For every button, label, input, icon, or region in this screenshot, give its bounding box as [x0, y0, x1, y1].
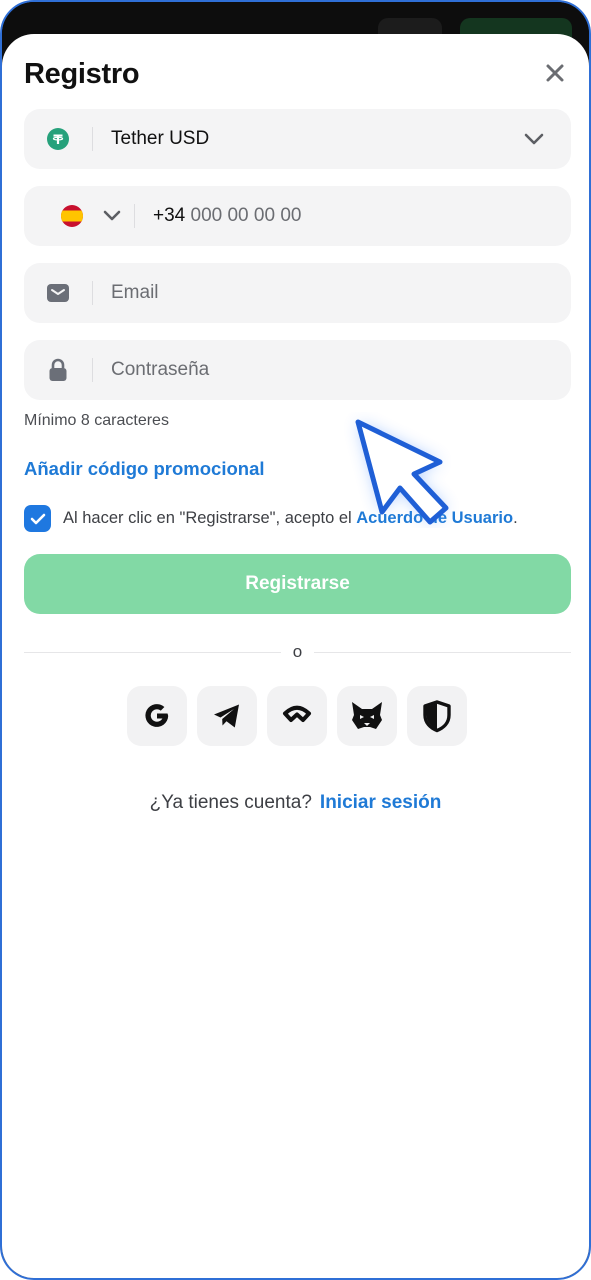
login-prompt-row: ¿Ya tienes cuenta? Iniciar sesión — [2, 792, 589, 814]
login-link[interactable]: Iniciar sesión — [320, 792, 441, 813]
divider-line — [314, 651, 571, 653]
password-helper: Mínimo 8 caracteres — [24, 412, 169, 429]
walletconnect-icon — [283, 705, 311, 722]
consent-suffix: . — [513, 509, 518, 527]
or-divider: o — [24, 642, 571, 662]
metamask-icon — [352, 702, 382, 729]
phone-placeholder: 000 00 00 00 — [190, 205, 302, 226]
currency-value: Tether USD — [111, 128, 210, 149]
terms-checkbox[interactable] — [24, 505, 51, 532]
email-field[interactable]: Email — [24, 263, 571, 323]
register-button[interactable]: Registrarse — [24, 554, 571, 614]
walletconnect-login-button[interactable] — [267, 686, 327, 746]
lock-icon — [24, 358, 92, 382]
page-title: Registro — [24, 58, 140, 90]
country-selector[interactable] — [24, 204, 90, 228]
registration-sheet: Registro Tether USD +34 000 00 00 00 Ema… — [2, 34, 589, 1278]
currency-select[interactable]: Tether USD — [24, 109, 571, 169]
shield-login-button[interactable] — [407, 686, 467, 746]
checkmark-icon — [30, 513, 45, 524]
close-button[interactable] — [542, 60, 568, 86]
consent-text-start: Al hacer clic en "Registrarse", acepto e… — [63, 509, 357, 527]
google-login-button[interactable] — [127, 686, 187, 746]
mail-icon — [24, 283, 92, 303]
phone-prefix: +34 — [153, 205, 186, 226]
chevron-down-icon — [103, 210, 121, 221]
promo-code-link[interactable]: Añadir código promocional — [24, 458, 265, 480]
device-frame: Registro Tether USD +34 000 00 00 00 Ema… — [0, 0, 591, 1280]
login-prompt: ¿Ya tienes cuenta? — [149, 792, 312, 813]
shield-icon — [423, 700, 451, 733]
divider-line — [24, 651, 281, 653]
telegram-icon — [214, 704, 239, 728]
password-field[interactable]: Contraseña — [24, 340, 571, 400]
country-chevron[interactable] — [90, 207, 134, 225]
email-placeholder: Email — [111, 282, 159, 303]
spain-flag-icon — [61, 205, 83, 227]
pointer-cursor-icon — [355, 419, 449, 525]
divider-label: o — [292, 642, 303, 661]
google-icon — [145, 704, 169, 727]
social-login-row — [127, 686, 467, 746]
tether-icon — [24, 128, 92, 150]
phone-field[interactable]: +34 000 00 00 00 — [24, 186, 571, 246]
password-placeholder: Contraseña — [111, 359, 210, 380]
metamask-login-button[interactable] — [337, 686, 397, 746]
close-icon — [546, 64, 564, 82]
chevron-down-icon — [524, 133, 544, 145]
telegram-login-button[interactable] — [197, 686, 257, 746]
